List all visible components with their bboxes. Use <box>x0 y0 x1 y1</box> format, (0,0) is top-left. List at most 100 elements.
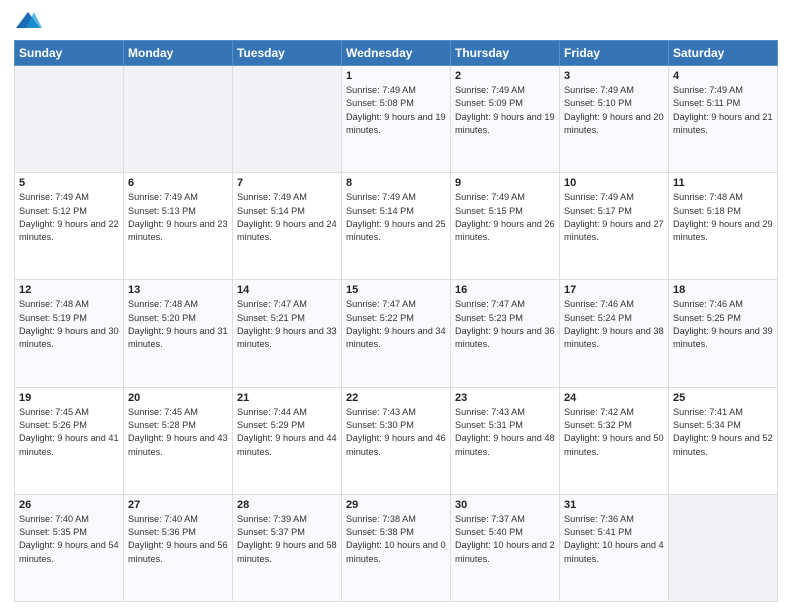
day-info: Sunrise: 7:39 AMSunset: 5:37 PMDaylight:… <box>237 513 337 566</box>
calendar-cell: 29 Sunrise: 7:38 AMSunset: 5:38 PMDayligh… <box>342 494 451 601</box>
day-number: 26 <box>19 499 119 511</box>
day-info: Sunrise: 7:41 AMSunset: 5:34 PMDaylight:… <box>673 406 773 459</box>
calendar-table: SundayMondayTuesdayWednesdayThursdayFrid… <box>14 40 778 602</box>
day-info: Sunrise: 7:47 AMSunset: 5:21 PMDaylight:… <box>237 298 337 351</box>
calendar-cell: 23 Sunrise: 7:43 AMSunset: 5:31 PMDayligh… <box>451 387 560 494</box>
day-info: Sunrise: 7:49 AMSunset: 5:17 PMDaylight:… <box>564 191 664 244</box>
day-number: 27 <box>128 499 228 511</box>
day-number: 18 <box>673 284 773 296</box>
day-number: 2 <box>455 70 555 82</box>
calendar-cell: 20 Sunrise: 7:45 AMSunset: 5:28 PMDayligh… <box>124 387 233 494</box>
day-number: 13 <box>128 284 228 296</box>
calendar-cell: 11 Sunrise: 7:48 AMSunset: 5:18 PMDayligh… <box>669 173 778 280</box>
day-info: Sunrise: 7:36 AMSunset: 5:41 PMDaylight:… <box>564 513 664 566</box>
calendar-cell: 16Sunrise: 7:47 AMSunset: 5:23 PMDayligh… <box>451 280 560 387</box>
logo-icon <box>14 10 42 32</box>
day-number: 7 <box>237 177 337 189</box>
calendar-body: 1 Sunrise: 7:49 AMSunset: 5:08 PMDaylight… <box>15 66 778 602</box>
day-number: 17 <box>564 284 664 296</box>
day-number: 21 <box>237 392 337 404</box>
day-info: Sunrise: 7:49 AMSunset: 5:11 PMDaylight:… <box>673 84 773 137</box>
calendar-cell <box>15 66 124 173</box>
day-info: Sunrise: 7:49 AMSunset: 5:15 PMDaylight:… <box>455 191 555 244</box>
calendar-cell: 19 Sunrise: 7:45 AMSunset: 5:26 PMDayligh… <box>15 387 124 494</box>
day-info: Sunrise: 7:44 AMSunset: 5:29 PMDaylight:… <box>237 406 337 459</box>
day-info: Sunrise: 7:43 AMSunset: 5:31 PMDaylight:… <box>455 406 555 459</box>
calendar-week-row: 26 Sunrise: 7:40 AMSunset: 5:35 PMDayligh… <box>15 494 778 601</box>
day-number: 4 <box>673 70 773 82</box>
day-number: 23 <box>455 392 555 404</box>
weekday-header: Tuesday <box>233 41 342 66</box>
calendar-cell: 10 Sunrise: 7:49 AMSunset: 5:17 PMDayligh… <box>560 173 669 280</box>
calendar-cell: 3 Sunrise: 7:49 AMSunset: 5:10 PMDaylight… <box>560 66 669 173</box>
day-info: Sunrise: 7:40 AMSunset: 5:35 PMDaylight:… <box>19 513 119 566</box>
calendar-cell: 9 Sunrise: 7:49 AMSunset: 5:15 PMDaylight… <box>451 173 560 280</box>
calendar-cell: 5 Sunrise: 7:49 AMSunset: 5:12 PMDaylight… <box>15 173 124 280</box>
day-number: 9 <box>455 177 555 189</box>
day-info: Sunrise: 7:46 AMSunset: 5:25 PMDaylight:… <box>673 298 773 351</box>
calendar-cell: 12Sunrise: 7:48 AMSunset: 5:19 PMDayligh… <box>15 280 124 387</box>
day-info: Sunrise: 7:38 AMSunset: 5:38 PMDaylight:… <box>346 513 446 566</box>
day-info: Sunrise: 7:49 AMSunset: 5:10 PMDaylight:… <box>564 84 664 137</box>
calendar-cell: 15 Sunrise: 7:47 AMSunset: 5:22 PMDayligh… <box>342 280 451 387</box>
day-number: 1 <box>346 70 446 82</box>
calendar-cell: 17 Sunrise: 7:46 AMSunset: 5:24 PMDayligh… <box>560 280 669 387</box>
day-number: 24 <box>564 392 664 404</box>
calendar-cell: 27 Sunrise: 7:40 AMSunset: 5:36 PMDayligh… <box>124 494 233 601</box>
calendar-cell: 7 Sunrise: 7:49 AMSunset: 5:14 PMDaylight… <box>233 173 342 280</box>
calendar-week-row: 1 Sunrise: 7:49 AMSunset: 5:08 PMDaylight… <box>15 66 778 173</box>
day-info: Sunrise: 7:40 AMSunset: 5:36 PMDaylight:… <box>128 513 228 566</box>
day-info: Sunrise: 7:49 AMSunset: 5:14 PMDaylight:… <box>346 191 446 244</box>
day-info: Sunrise: 7:49 AMSunset: 5:08 PMDaylight:… <box>346 84 446 137</box>
day-number: 20 <box>128 392 228 404</box>
calendar-cell: 24Sunrise: 7:42 AMSunset: 5:32 PMDayligh… <box>560 387 669 494</box>
day-info: Sunrise: 7:45 AMSunset: 5:26 PMDaylight:… <box>19 406 119 459</box>
day-info: Sunrise: 7:45 AMSunset: 5:28 PMDaylight:… <box>128 406 228 459</box>
weekday-row: SundayMondayTuesdayWednesdayThursdayFrid… <box>15 41 778 66</box>
calendar-week-row: 12Sunrise: 7:48 AMSunset: 5:19 PMDayligh… <box>15 280 778 387</box>
calendar-header: SundayMondayTuesdayWednesdayThursdayFrid… <box>15 41 778 66</box>
day-number: 10 <box>564 177 664 189</box>
calendar-cell: 30Sunrise: 7:37 AMSunset: 5:40 PMDayligh… <box>451 494 560 601</box>
day-info: Sunrise: 7:46 AMSunset: 5:24 PMDaylight:… <box>564 298 664 351</box>
day-number: 3 <box>564 70 664 82</box>
day-info: Sunrise: 7:49 AMSunset: 5:12 PMDaylight:… <box>19 191 119 244</box>
day-info: Sunrise: 7:37 AMSunset: 5:40 PMDaylight:… <box>455 513 555 566</box>
weekday-header: Sunday <box>15 41 124 66</box>
calendar-cell: 22 Sunrise: 7:43 AMSunset: 5:30 PMDayligh… <box>342 387 451 494</box>
day-number: 31 <box>564 499 664 511</box>
day-info: Sunrise: 7:43 AMSunset: 5:30 PMDaylight:… <box>346 406 446 459</box>
calendar-cell: 26 Sunrise: 7:40 AMSunset: 5:35 PMDayligh… <box>15 494 124 601</box>
day-info: Sunrise: 7:49 AMSunset: 5:14 PMDaylight:… <box>237 191 337 244</box>
day-number: 15 <box>346 284 446 296</box>
weekday-header: Monday <box>124 41 233 66</box>
day-info: Sunrise: 7:49 AMSunset: 5:09 PMDaylight:… <box>455 84 555 137</box>
calendar-cell <box>124 66 233 173</box>
day-number: 16 <box>455 284 555 296</box>
day-number: 11 <box>673 177 773 189</box>
weekday-header: Wednesday <box>342 41 451 66</box>
calendar-cell: 6Sunrise: 7:49 AMSunset: 5:13 PMDaylight… <box>124 173 233 280</box>
day-info: Sunrise: 7:47 AMSunset: 5:22 PMDaylight:… <box>346 298 446 351</box>
calendar-cell: 13Sunrise: 7:48 AMSunset: 5:20 PMDayligh… <box>124 280 233 387</box>
day-number: 29 <box>346 499 446 511</box>
day-info: Sunrise: 7:48 AMSunset: 5:18 PMDaylight:… <box>673 191 773 244</box>
calendar-cell: 1 Sunrise: 7:49 AMSunset: 5:08 PMDaylight… <box>342 66 451 173</box>
calendar-cell <box>669 494 778 601</box>
day-number: 5 <box>19 177 119 189</box>
day-number: 19 <box>19 392 119 404</box>
calendar-cell <box>233 66 342 173</box>
calendar-container: SundayMondayTuesdayWednesdayThursdayFrid… <box>0 0 792 612</box>
day-number: 14 <box>237 284 337 296</box>
calendar-cell: 8Sunrise: 7:49 AMSunset: 5:14 PMDaylight… <box>342 173 451 280</box>
calendar-cell: 31 Sunrise: 7:36 AMSunset: 5:41 PMDayligh… <box>560 494 669 601</box>
calendar-cell: 2 Sunrise: 7:49 AMSunset: 5:09 PMDaylight… <box>451 66 560 173</box>
calendar-cell: 25 Sunrise: 7:41 AMSunset: 5:34 PMDayligh… <box>669 387 778 494</box>
day-number: 25 <box>673 392 773 404</box>
calendar-cell: 21 Sunrise: 7:44 AMSunset: 5:29 PMDayligh… <box>233 387 342 494</box>
calendar-cell: 14 Sunrise: 7:47 AMSunset: 5:21 PMDayligh… <box>233 280 342 387</box>
weekday-header: Thursday <box>451 41 560 66</box>
day-number: 22 <box>346 392 446 404</box>
logo <box>14 10 44 32</box>
calendar-week-row: 5 Sunrise: 7:49 AMSunset: 5:12 PMDaylight… <box>15 173 778 280</box>
